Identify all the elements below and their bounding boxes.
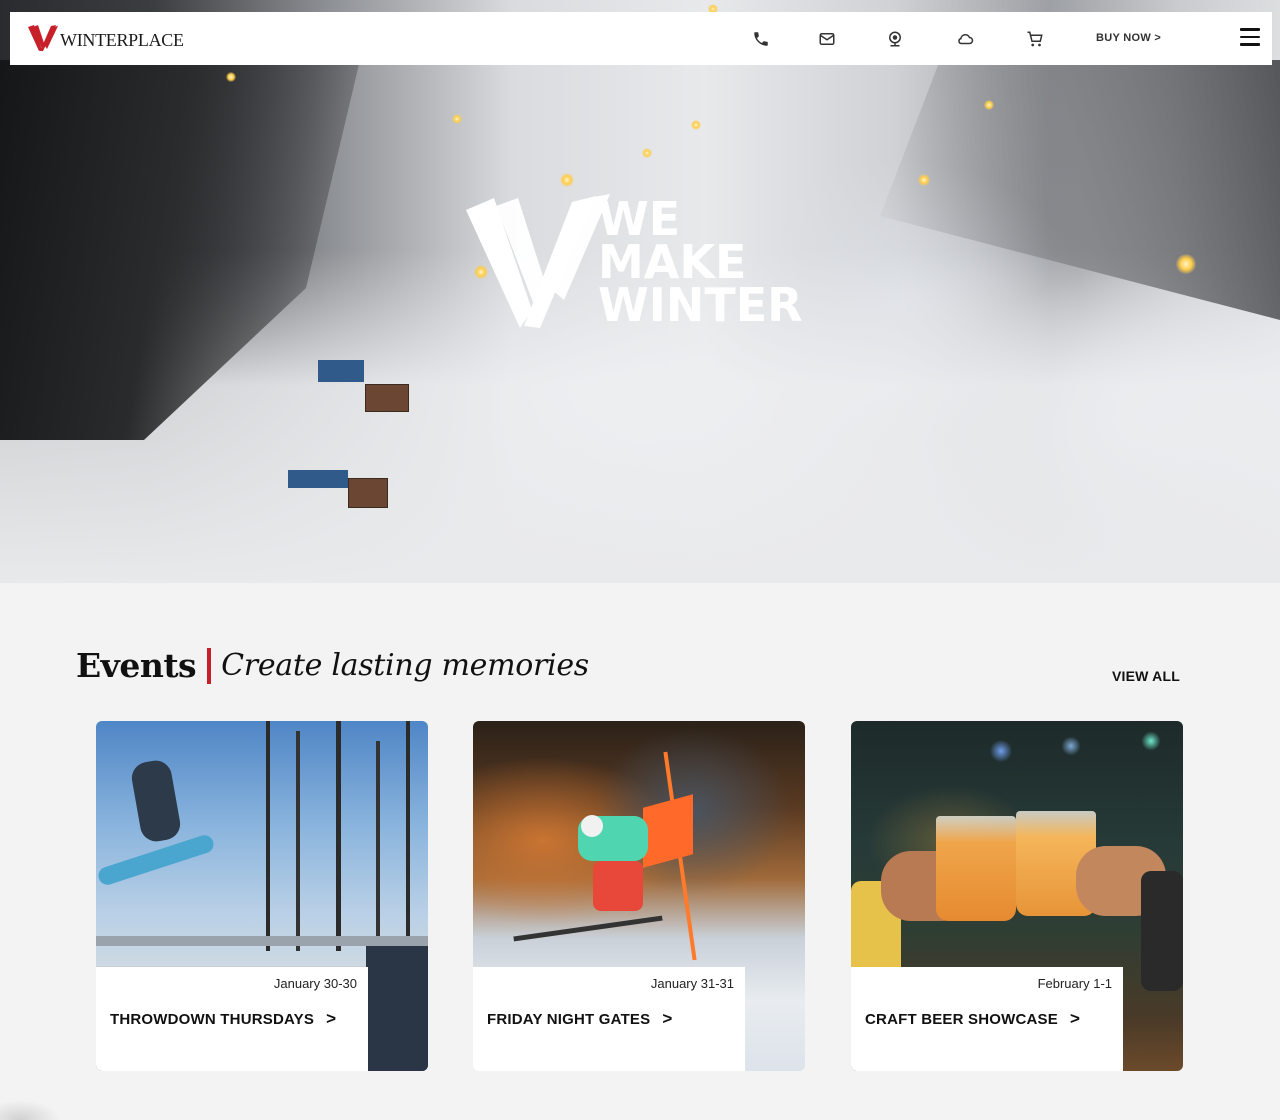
hero-cabin [365,384,409,412]
event-name[interactable]: CRAFT BEER SHOWCASE > [865,1009,1080,1029]
hero-light [226,72,236,82]
cart-icon[interactable] [1023,27,1047,51]
hero-light [984,100,994,110]
skier-helmet [581,815,603,837]
tree-silhouette [406,721,410,951]
hero-light [1176,254,1196,274]
chevron-right-icon: > [326,1009,337,1028]
chevron-right-icon: > [1069,1009,1081,1028]
event-card[interactable]: February 1-1 CRAFT BEER SHOWCASE > [851,721,1183,1071]
buy-now-link[interactable]: BUY NOW > [1096,32,1161,44]
corner-shadow [0,1100,60,1120]
events-title: Events [76,646,197,685]
event-date: January 30-30 [273,976,357,991]
event-name[interactable]: THROWDOWN THURSDAYS > [110,1009,336,1029]
event-card[interactable]: January 31-31 FRIDAY NIGHT GATES > [473,721,805,1071]
tree-silhouette [296,731,300,951]
event-name[interactable]: FRIDAY NIGHT GATES > [487,1009,672,1029]
webcam-icon[interactable] [883,27,907,51]
rail-edge [96,936,428,946]
event-name-text: THROWDOWN THURSDAYS [110,1010,315,1028]
hero-lift-station [318,360,364,382]
event-info: January 30-30 THROWDOWN THURSDAYS > [96,967,368,1071]
hero-light [452,114,462,124]
tree-silhouette [336,721,341,951]
event-info: February 1-1 CRAFT BEER SHOWCASE > [851,967,1123,1071]
events-subtitle: Create lasting memories [221,648,589,683]
hero-tagline-line: WINTER [598,278,803,332]
event-name-text: FRIDAY NIGHT GATES [487,1010,651,1028]
mail-icon[interactable] [815,27,839,51]
event-name-text: CRAFT BEER SHOWCASE [865,1010,1058,1028]
dark-rail [366,946,428,1071]
event-date: February 1-1 [1037,976,1112,991]
hero-lift-station [288,470,348,488]
hero-light [560,173,574,187]
beer-cup [936,816,1016,921]
hero-light [691,120,701,130]
hero-banner: WE MAKE WINTER [0,0,1280,583]
sleeve-right [1141,871,1183,991]
view-all-link[interactable]: VIEW ALL [1112,668,1180,684]
brand-logo[interactable]: WINTERPLACE [28,24,184,52]
hamburger-line [1240,35,1260,38]
winterplace-logo-icon [28,25,58,51]
hamburger-line [1240,43,1260,46]
skier-pants [593,861,643,911]
hero-light [918,174,930,186]
hero-skis-logo-icon [466,194,610,328]
event-card[interactable]: January 30-30 THROWDOWN THURSDAYS > [96,721,428,1071]
event-info: January 31-31 FRIDAY NIGHT GATES > [473,967,745,1071]
hero-tagline: WE MAKE WINTER [598,196,803,332]
race-gate-flag [643,794,693,868]
heading-divider [207,647,212,684]
phone-icon[interactable] [749,27,773,51]
hero-cabin [348,478,388,508]
event-date: January 31-31 [650,976,734,991]
skis [513,915,663,942]
weather-cloud-icon[interactable] [953,27,977,51]
hero-we-make-winter-logo: WE MAKE WINTER [464,192,824,332]
top-navbar: WINTERPLACE BUY NOW > [10,12,1272,65]
hamburger-icon[interactable] [1240,28,1260,48]
tree-silhouette [266,721,270,951]
brand-name: WINTERPLACE [60,29,184,50]
hamburger-line [1240,28,1260,31]
chevron-right-icon: > [662,1009,673,1028]
rider-body [129,758,183,844]
tree-silhouette [376,741,380,951]
events-heading: Events Create lasting memories [76,646,589,685]
hero-light [642,148,652,158]
